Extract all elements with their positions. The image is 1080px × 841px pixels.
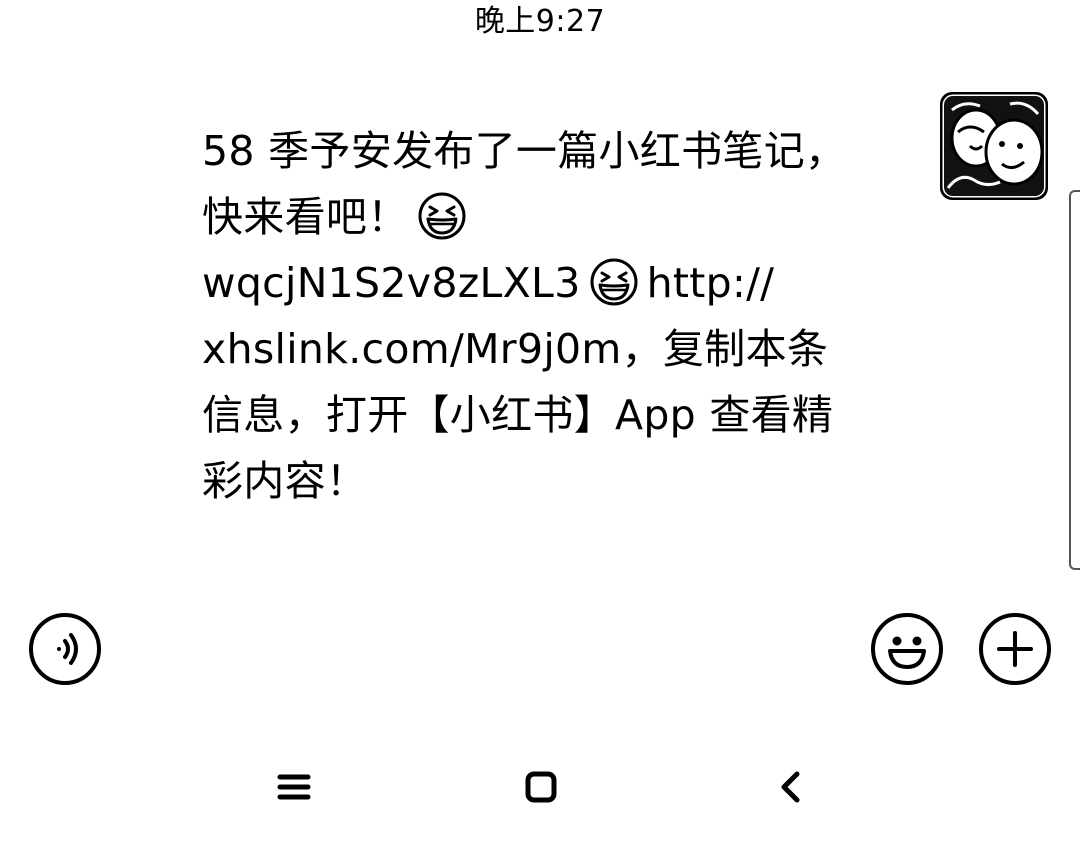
message-line: wqcjN1S2v8zLXL3 http:// xyxy=(202,250,900,316)
home-icon xyxy=(525,771,557,803)
message-line: 快来看吧！ xyxy=(202,184,900,250)
laughing-emoji-icon xyxy=(418,192,465,240)
back-icon xyxy=(781,771,800,803)
message-link[interactable]: http:// xyxy=(647,259,775,307)
message-line: 58 季予安发布了一篇小红书笔记， xyxy=(202,127,847,175)
message-line: 信息，打开【小红书】App 查看精 xyxy=(202,391,834,439)
laughing-emoji-icon xyxy=(590,258,638,306)
back-button[interactable] xyxy=(769,765,813,809)
plus-button[interactable] xyxy=(979,613,1051,685)
avatar[interactable] xyxy=(940,92,1048,200)
message-line: 彩内容！ xyxy=(202,457,368,505)
message-bubble[interactable]: 58 季予安发布了一篇小红书笔记， 快来看吧！ wqcjN1S2v8zLXL3 … xyxy=(180,90,900,514)
scroll-edge xyxy=(1069,190,1080,570)
voice-button[interactable] xyxy=(29,613,101,685)
menu-button[interactable] xyxy=(272,765,316,809)
menu-icon xyxy=(277,774,311,800)
message-text: 快来看吧！ xyxy=(202,193,409,241)
home-button[interactable] xyxy=(519,765,563,809)
emoji-icon xyxy=(888,636,926,669)
avatar-image xyxy=(940,92,1048,200)
message-line: xhslink.com/Mr9j0m，复制本条 xyxy=(202,325,829,373)
status-time: 晚上9:27 xyxy=(474,4,606,39)
plus-icon xyxy=(997,631,1033,667)
message-text: wqcjN1S2v8zLXL3 xyxy=(202,259,581,307)
voice-icon xyxy=(57,633,78,665)
emoji-button[interactable] xyxy=(871,613,943,685)
message-row: 58 季予安发布了一篇小红书笔记， 快来看吧！ wqcjN1S2v8zLXL3 … xyxy=(180,90,1080,580)
